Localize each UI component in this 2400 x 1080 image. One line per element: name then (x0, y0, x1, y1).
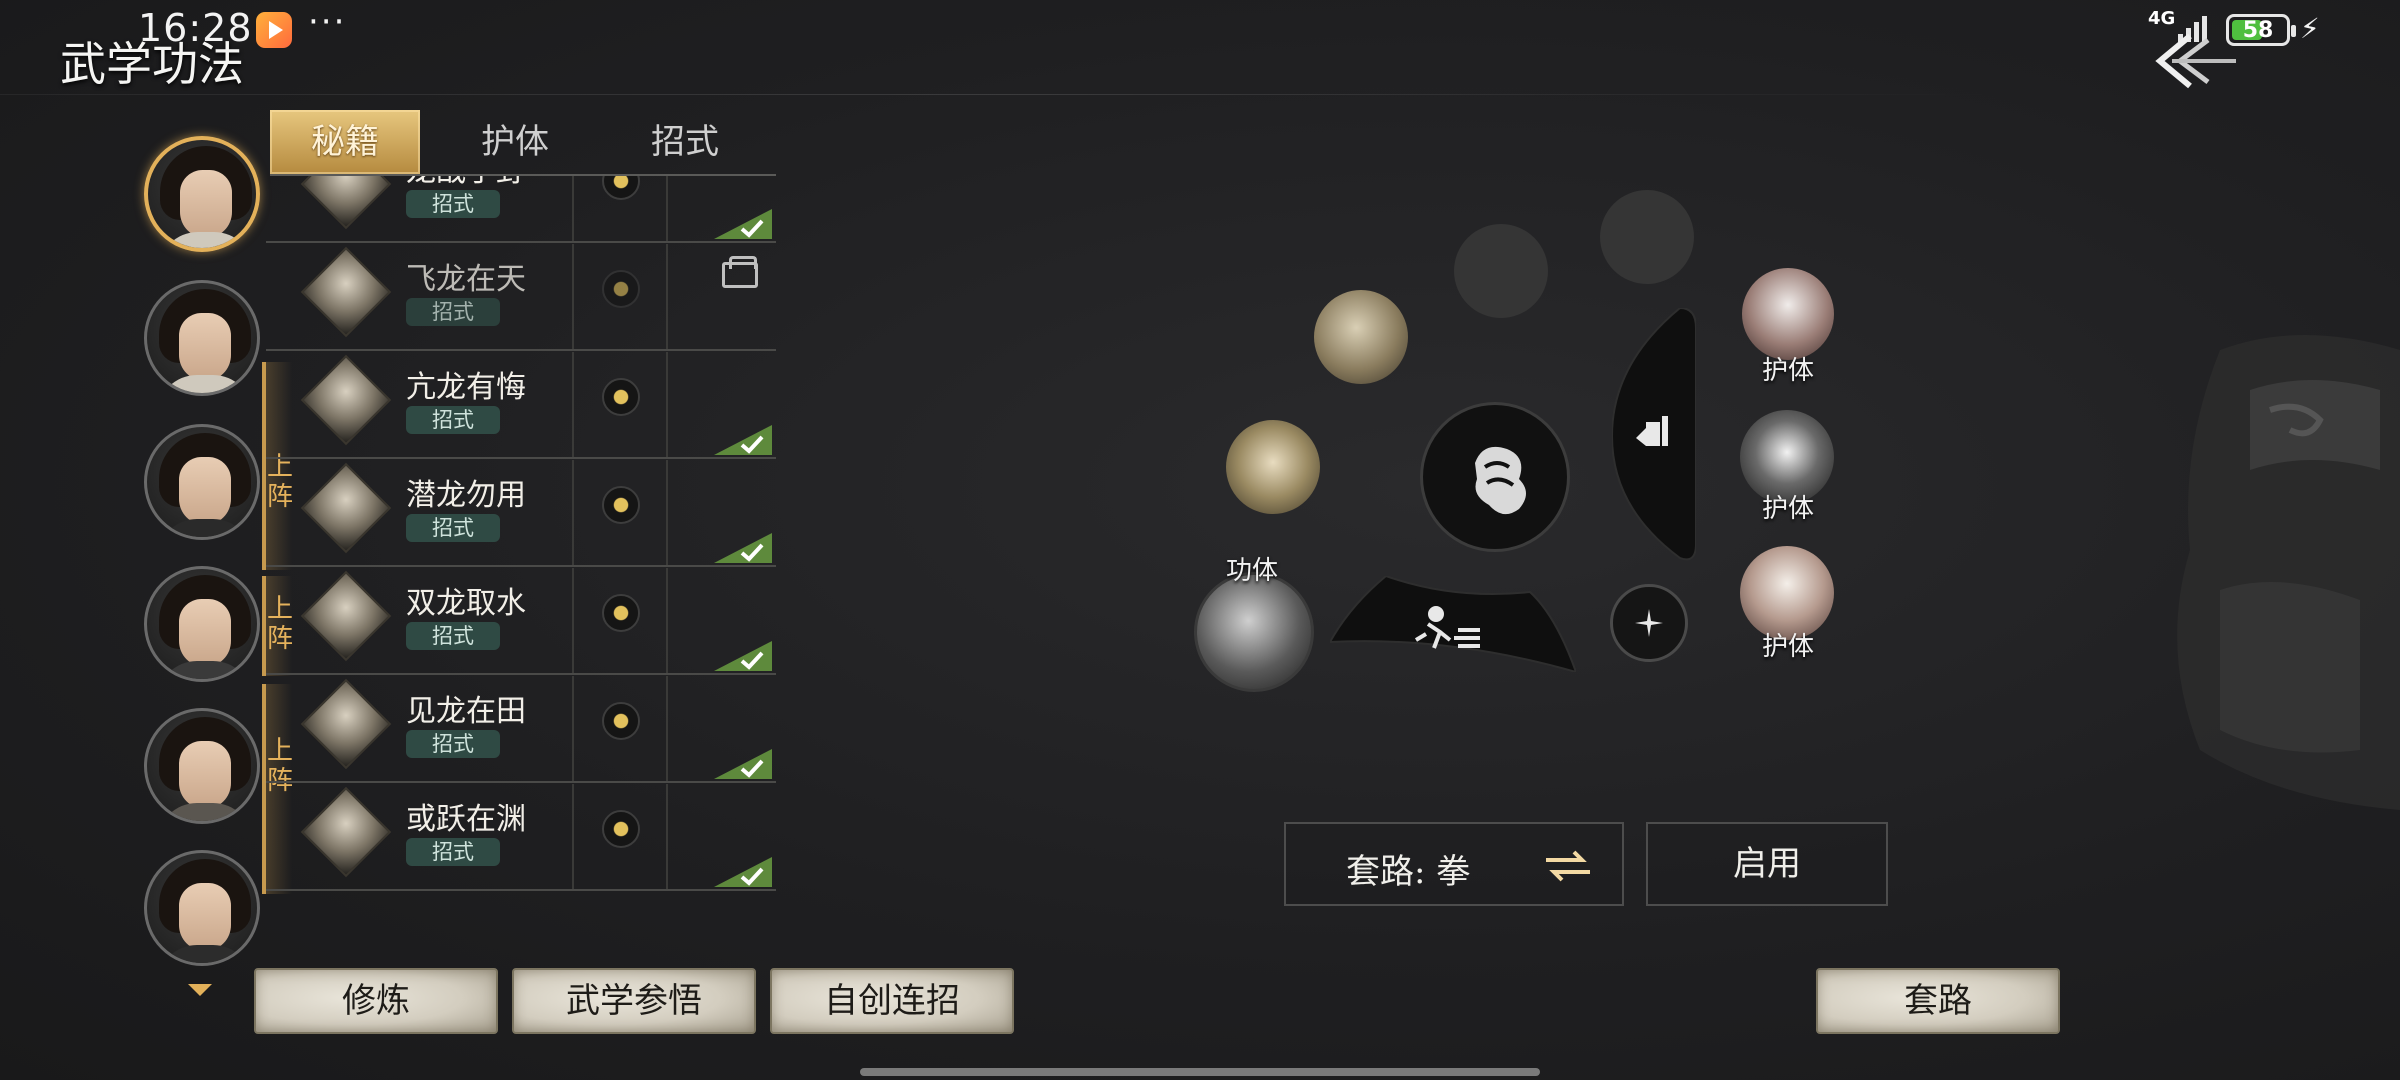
lock-icon (722, 256, 758, 288)
skill-row[interactable]: 潜龙勿用 招式 (266, 460, 776, 567)
coin-icon (602, 594, 640, 632)
skill-icon (300, 678, 392, 770)
skill-row[interactable]: 见龙在田 招式 (266, 676, 776, 783)
check-mark-icon (714, 209, 772, 239)
network-type: 4G (2148, 8, 2176, 29)
skill-type-tag: 招式 (406, 514, 500, 542)
target-lock-button[interactable] (1610, 584, 1688, 662)
category-tabs: 秘籍 护体 招式 (270, 110, 776, 176)
train-button[interactable]: 修炼 (254, 968, 498, 1034)
core-slot-label: 功体 (1226, 556, 1279, 586)
guard-slot-label: 护体 (1762, 632, 1815, 662)
skill-type-tag: 招式 (406, 298, 500, 326)
main-skill-button[interactable] (1420, 402, 1570, 552)
coin-icon (602, 378, 640, 416)
guard-slot-label: 护体 (1762, 494, 1815, 524)
skill-row[interactable]: 或跃在渊 招式 (266, 784, 776, 891)
skill-name: 龙战于野 (406, 176, 526, 190)
character-avatar-6[interactable] (144, 850, 260, 966)
tab-secret-manual[interactable]: 秘籍 (270, 110, 420, 174)
skill-name: 亢龙有悔 (406, 370, 526, 405)
scroll-down-chevron-icon[interactable] (188, 984, 212, 996)
sprint-arc-button[interactable] (1612, 308, 1696, 564)
skill-name: 或跃在渊 (406, 802, 526, 837)
dash-arc-button[interactable] (1330, 576, 1576, 672)
fist-icon (1475, 446, 1526, 515)
video-app-icon (256, 12, 292, 48)
tab-moves[interactable]: 招式 (610, 110, 760, 174)
skill-row[interactable]: 飞龙在天 招式 (266, 244, 776, 351)
routine-button[interactable]: 套路 (1816, 968, 2060, 1034)
more-dots-icon: ··· (308, 2, 347, 42)
back-arrow-icon (2155, 33, 2236, 89)
skill-type-tag: 招式 (406, 838, 500, 866)
coin-icon (602, 486, 640, 524)
character-avatar-3[interactable] (144, 424, 260, 540)
skill-row[interactable]: 双龙取水 招式 (266, 568, 776, 675)
page-title: 武学功法 (60, 37, 244, 91)
skill-icon (300, 246, 392, 338)
home-indicator[interactable] (860, 1068, 1540, 1076)
coin-icon (602, 702, 640, 740)
skill-type-tag: 招式 (406, 190, 500, 218)
route-selector[interactable]: 套路: 拳 (1284, 822, 1624, 906)
skill-icon (300, 354, 392, 446)
tab-guard[interactable]: 护体 (440, 110, 590, 174)
skill-row[interactable]: 龙战于野 招式 (266, 176, 776, 243)
empty-slot-orb[interactable] (1600, 190, 1694, 284)
coin-icon (602, 176, 640, 200)
check-mark-icon (714, 749, 772, 779)
charging-bolt-icon: ⚡ (2300, 12, 2320, 45)
character-avatar-2[interactable] (144, 280, 260, 396)
guard-slot-1[interactable] (1742, 268, 1834, 360)
character-avatar-1[interactable] (144, 136, 260, 252)
skill-icon (300, 786, 392, 878)
custom-combo-button[interactable]: 自创连招 (770, 968, 1014, 1034)
coin-icon (602, 270, 640, 308)
skill-icon (300, 570, 392, 662)
route-label: 套路: 拳 (1346, 852, 1471, 892)
skill-type-tag: 招式 (406, 622, 500, 650)
skill-slot-portrait[interactable] (1314, 290, 1408, 384)
gauntlet-artwork (2177, 335, 2400, 810)
skill-name: 潜龙勿用 (406, 478, 526, 513)
empty-slot-orb[interactable] (1454, 224, 1548, 318)
check-mark-icon (714, 533, 772, 563)
skill-icon (300, 462, 392, 554)
coin-icon (602, 810, 640, 848)
core-skill-slot[interactable] (1194, 572, 1314, 692)
comprehend-button[interactable]: 武学参悟 (512, 968, 756, 1034)
check-mark-icon (714, 425, 772, 455)
skill-name: 双龙取水 (406, 586, 526, 621)
skill-row[interactable]: 亢龙有悔 招式 (266, 352, 776, 459)
skill-icon (300, 176, 392, 230)
skill-type-tag: 招式 (406, 730, 500, 758)
swap-arrows-icon[interactable] (1542, 848, 1594, 884)
guard-slot-label: 护体 (1762, 356, 1815, 386)
skill-type-tag: 招式 (406, 406, 500, 434)
skill-slot-lightning[interactable] (1226, 420, 1320, 514)
skill-name: 飞龙在天 (406, 262, 526, 297)
skill-name: 见龙在田 (406, 694, 526, 729)
skill-list[interactable]: 龙战于野 招式 飞龙在天 招式 亢龙有悔 招式 潜龙勿用 招式 双龙取水 招式 (266, 176, 776, 896)
header-divider (0, 94, 2000, 95)
character-avatar-5[interactable] (144, 708, 260, 824)
crosshair-icon (1635, 609, 1663, 637)
back-button[interactable] (2150, 28, 2240, 94)
character-avatar-4[interactable] (144, 566, 260, 682)
check-mark-icon (714, 641, 772, 671)
enable-button[interactable]: 启用 (1646, 822, 1888, 906)
check-mark-icon (714, 857, 772, 887)
